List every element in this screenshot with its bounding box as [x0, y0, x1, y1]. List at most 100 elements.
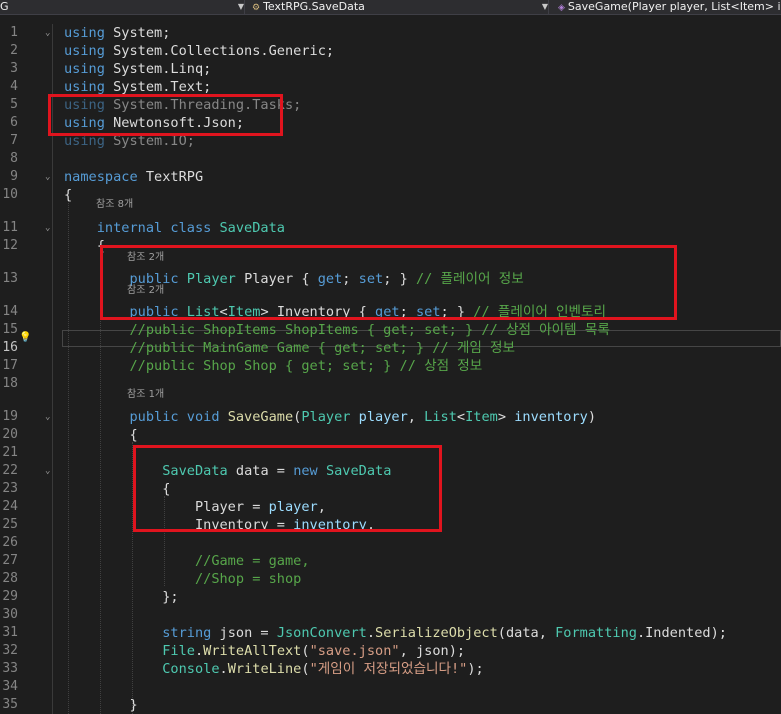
code-line[interactable]: 26: [0, 534, 781, 552]
code-token: File: [162, 643, 195, 659]
code-text: Console.WriteLine("게임이 저장되었습니다!");: [64, 660, 484, 678]
code-line[interactable]: 11 ⌄ internal class SaveData: [0, 219, 781, 237]
code-line[interactable]: 29 };: [0, 588, 781, 606]
code-text: using System;: [64, 24, 170, 42]
line-number: 4: [10, 79, 18, 94]
codelens-references[interactable]: 참조 1개: [127, 385, 164, 400]
code-token: TextRPG: [145, 169, 204, 185]
code-line[interactable]: 35 }: [0, 696, 781, 714]
line-number: 16: [2, 340, 18, 355]
code-line[interactable]: 18: [0, 375, 781, 393]
code-token: JsonConvert: [276, 625, 367, 641]
code-token: .: [194, 643, 204, 659]
code-token: WriteLine: [227, 661, 302, 677]
highlight-box-using: [48, 94, 283, 136]
editor-navigation-bar: G ▼ ⚙ TextRPG.SaveData ▼ ◈ SaveGame(Player…: [0, 0, 781, 15]
code-line[interactable]: 19 ⌄ public void SaveGame(Player player, …: [0, 408, 781, 426]
line-number: 33: [2, 661, 18, 676]
code-line[interactable]: 8: [0, 150, 781, 168]
code-token: System.Text;: [113, 79, 212, 95]
fold-toggle-icon[interactable]: ⌄: [45, 168, 50, 186]
line-number: 23: [2, 481, 18, 496]
code-line[interactable]: 16 //public MainGame Game { get; set; } …: [0, 339, 781, 357]
codelens-references[interactable]: 참조 8개: [96, 195, 133, 210]
code-token: inventory: [514, 409, 588, 425]
code-line[interactable]: 9 ⌄ namespace TextRPG: [0, 168, 781, 186]
class-icon: ⚙: [252, 3, 261, 13]
line-number: 29: [2, 589, 18, 604]
code-token: }: [64, 697, 138, 713]
code-text: string json = JsonConvert.SerializeObjec…: [64, 624, 727, 642]
line-number: 26: [2, 535, 18, 550]
code-token: void: [186, 409, 228, 425]
code-token: using: [64, 43, 114, 59]
code-token: ,: [407, 409, 425, 425]
line-number: 15: [2, 322, 18, 337]
code-text: //public ShopItems ShopItems { get; set;…: [64, 321, 609, 339]
code-token: //public Shop Shop { get; set; } // 상점 정…: [64, 358, 483, 374]
member-dropdown[interactable]: ◈SaveGame(Player player, List<Item> inve…: [558, 0, 781, 14]
fold-toggle-icon[interactable]: ⌄: [45, 408, 50, 426]
code-line[interactable]: 32 File.WriteAllText("save.json", json);: [0, 642, 781, 660]
code-token: (: [301, 643, 310, 659]
code-token: , json);: [399, 643, 466, 659]
code-token: {: [64, 238, 105, 254]
code-line[interactable]: 27 //Game = game,: [0, 552, 781, 570]
code-line[interactable]: 20 {: [0, 426, 781, 444]
code-token: string: [162, 625, 220, 641]
code-text: using System.Collections.Generic;: [64, 42, 334, 60]
chevron-down-icon: ▼: [541, 2, 548, 11]
line-number: 35: [2, 697, 18, 712]
code-line[interactable]: 17 //public Shop Shop { get; set; } // 상…: [0, 357, 781, 375]
code-token: //Shop = shop: [64, 571, 302, 587]
line-number: 2: [10, 43, 18, 58]
code-token: SerializeObject: [375, 625, 498, 641]
line-number: 22: [2, 463, 18, 478]
line-number: 1: [10, 25, 18, 40]
line-number: 14: [2, 304, 18, 319]
code-line[interactable]: 3 using System.Linq;: [0, 60, 781, 78]
line-number: 8: [10, 151, 18, 166]
fold-toggle-icon[interactable]: ⌄: [45, 462, 50, 480]
code-line[interactable]: 15 //public ShopItems ShopItems { get; s…: [0, 321, 781, 339]
project-dropdown[interactable]: G ▼: [0, 0, 245, 14]
code-token: WriteAllText: [203, 643, 302, 659]
member-label: SaveGame(Player player, List<Item> inven…: [567, 0, 781, 13]
code-token: List: [424, 409, 457, 425]
code-editor[interactable]: 💡 1 ⌄ using System; 2 using System.Collectio…: [0, 15, 781, 714]
code-line[interactable]: 30: [0, 606, 781, 624]
code-line[interactable]: 1 ⌄ using System;: [0, 24, 781, 42]
code-text: //Game = game,: [64, 552, 310, 570]
class-dropdown[interactable]: ⚙ TextRPG.SaveData ▼: [252, 0, 549, 14]
line-number: 21: [2, 445, 18, 460]
line-number: 17: [2, 358, 18, 373]
line-number: 30: [2, 607, 18, 622]
code-line[interactable]: 2 using System.Collections.Generic;: [0, 42, 781, 60]
code-token: {: [64, 427, 138, 443]
code-text: {: [64, 426, 138, 444]
fold-toggle-icon[interactable]: ⌄: [45, 219, 50, 237]
line-number: 28: [2, 571, 18, 586]
chevron-down-icon: ▼: [237, 2, 244, 11]
code-token: (: [301, 661, 310, 677]
line-number: 32: [2, 643, 18, 658]
code-line[interactable]: 33 Console.WriteLine("게임이 저장되었습니다!");: [0, 660, 781, 678]
code-token: ): [587, 409, 597, 425]
line-number: 18: [2, 376, 18, 391]
code-line[interactable]: 28 //Shop = shop: [0, 570, 781, 588]
line-number: 9: [10, 169, 18, 184]
code-token: };: [64, 589, 179, 605]
code-line[interactable]: 31 string json = JsonConvert.SerializeOb…: [0, 624, 781, 642]
code-text: //Shop = shop: [64, 570, 301, 588]
code-text: internal class SaveData: [64, 219, 285, 237]
code-text: }: [64, 696, 138, 714]
code-line[interactable]: 34: [0, 678, 781, 696]
code-token: "save.json": [309, 643, 400, 659]
line-number: 11: [2, 220, 18, 235]
code-text: using System.Linq;: [64, 60, 211, 78]
code-text: {: [64, 237, 105, 255]
fold-toggle-icon[interactable]: ⌄: [45, 24, 50, 42]
code-token: using: [64, 25, 114, 41]
